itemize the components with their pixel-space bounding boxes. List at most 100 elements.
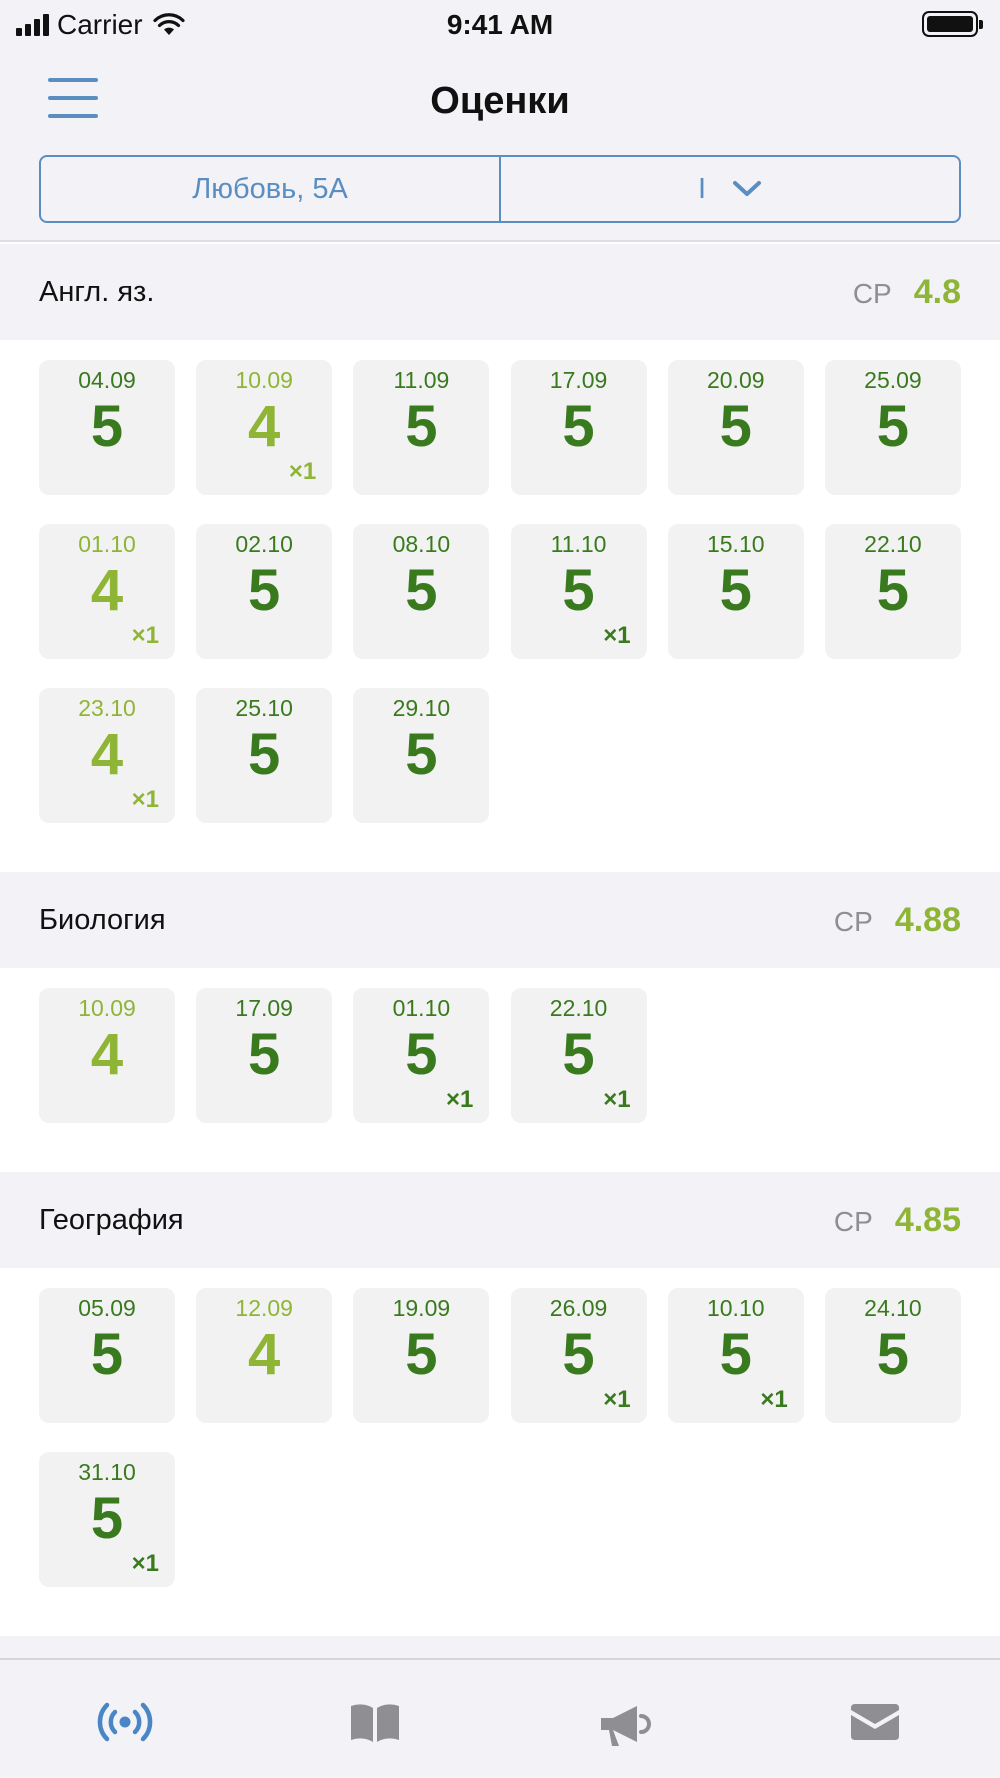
grade-cell[interactable]: 22.10 5 <box>824 524 961 659</box>
tab-feed[interactable] <box>0 1660 250 1778</box>
broadcast-icon <box>97 1702 153 1742</box>
subject-name: Биология <box>39 903 166 936</box>
grade-weight: ×1 <box>131 622 159 649</box>
battery-icon <box>922 11 983 37</box>
tab-diary[interactable] <box>250 1660 500 1778</box>
navigation-bar: Оценки Любовь, 5А I <box>0 50 1000 242</box>
grade-value: 5 <box>405 722 438 787</box>
student-selector[interactable]: Любовь, 5А <box>41 157 499 221</box>
tab-announcements[interactable] <box>500 1660 750 1778</box>
grade-date: 20.09 <box>706 367 765 393</box>
average-value: 4.88 <box>894 900 961 939</box>
grades-grid: 10.09 4 17.09 5 01.10 5 ×1 22.10 5 ×1 <box>0 968 1000 1172</box>
grade-date: 08.10 <box>392 531 451 557</box>
grade-date: 22.10 <box>864 531 922 557</box>
grade-weight: ×1 <box>131 1550 159 1577</box>
grade-date: 01.10 <box>392 995 451 1021</box>
grade-value: 4 <box>248 394 281 459</box>
grade-cell[interactable]: 19.09 5 <box>353 1288 490 1423</box>
grade-value: 5 <box>248 558 281 623</box>
grade-weight: ×1 <box>603 1086 631 1113</box>
grade-cell[interactable]: 25.09 5 <box>824 360 961 495</box>
grade-date: 29.10 <box>392 695 451 721</box>
grade-value: 5 <box>719 394 752 459</box>
grade-value: 5 <box>248 1022 281 1087</box>
grade-cell[interactable]: 15.10 5 <box>667 524 804 659</box>
grades-grid: 05.09 5 12.09 4 19.09 5 26.09 5 ×1 10.10 5 ×1 24.10 5… <box>0 1268 1000 1636</box>
grade-value: 5 <box>405 1022 438 1087</box>
grade-cell[interactable]: 26.09 5 ×1 <box>510 1288 647 1423</box>
grade-value: 4 <box>90 722 124 787</box>
grade-cell[interactable]: 04.09 5 <box>39 360 175 495</box>
book-icon <box>351 1704 399 1742</box>
grade-cell[interactable]: 10.10 5 ×1 <box>667 1288 804 1423</box>
grade-date: 11.10 <box>550 531 607 557</box>
filter-segmented-control: Любовь, 5А I <box>39 155 961 223</box>
grade-cell[interactable]: 12.09 4 <box>196 1288 333 1423</box>
page-title: Оценки <box>430 80 570 122</box>
grade-date: 04.09 <box>78 367 136 393</box>
grade-cell[interactable]: 10.09 4 <box>39 988 175 1123</box>
grade-cell[interactable]: 08.10 5 <box>353 524 490 659</box>
grade-cell[interactable]: 05.09 5 <box>39 1288 175 1423</box>
grade-value: 5 <box>876 1322 910 1387</box>
period-selector-label: I <box>697 172 707 205</box>
grade-date: 10.09 <box>235 367 293 393</box>
grade-cell[interactable]: 11.09 5 <box>353 360 490 495</box>
grade-cell[interactable]: 24.10 5 <box>824 1288 961 1423</box>
grade-cell[interactable]: 23.10 4 ×1 <box>39 688 175 823</box>
grade-date: 15.10 <box>706 531 765 557</box>
grade-cell[interactable]: 11.10 5 ×1 <box>510 524 647 659</box>
grade-cell[interactable]: 17.09 5 <box>196 988 333 1123</box>
grades-list[interactable]: Англ. яз. СР 4.8 04.09 5 10.09 4 ×1 11.09 5 17.09 5… <box>0 244 1000 1659</box>
average-value: 4.85 <box>894 1200 961 1239</box>
grade-weight: ×1 <box>131 786 159 813</box>
subject-header[interactable]: ИЗОСР5 <box>0 1636 1000 1659</box>
subject-header[interactable]: География СР 4.85 <box>0 1172 1000 1268</box>
subject-header[interactable]: Англ. яз. СР 4.8 <box>0 244 1000 340</box>
grade-cell[interactable]: 02.10 5 <box>196 524 333 659</box>
grade-cell[interactable]: 29.10 5 <box>353 688 490 823</box>
tab-messages[interactable] <box>750 1660 1000 1778</box>
subject-header[interactable]: Биология СР 4.88 <box>0 872 1000 968</box>
grade-value: 4 <box>90 558 124 623</box>
grade-cell[interactable]: 25.10 5 <box>196 688 333 823</box>
grade-weight: ×1 <box>760 1386 788 1413</box>
grade-value: 5 <box>405 394 438 459</box>
grade-date: 11.09 <box>393 367 450 393</box>
grade-cell[interactable]: 10.09 4 ×1 <box>196 360 333 495</box>
grade-cell[interactable]: 22.10 5 ×1 <box>510 988 647 1123</box>
grade-date: 22.10 <box>549 995 608 1021</box>
grade-date: 23.10 <box>78 695 136 721</box>
status-bar: Carrier 9:41 AM <box>0 0 1000 50</box>
grade-date: 12.09 <box>235 1295 293 1321</box>
status-time: 9:41 AM <box>446 9 554 40</box>
grade-weight: ×1 <box>288 458 317 485</box>
grade-date: 25.09 <box>864 367 922 393</box>
megaphone-icon <box>601 1706 651 1746</box>
grade-cell[interactable]: 31.10 5 ×1 <box>39 1452 175 1587</box>
average-label: СР <box>852 277 892 309</box>
average-value: 4.8 <box>913 272 961 311</box>
subject-average: СР 4.85 <box>834 1201 961 1240</box>
period-selector[interactable]: I <box>499 157 959 221</box>
grade-value: 5 <box>876 558 910 623</box>
grade-cell[interactable]: 17.09 5 <box>510 360 647 495</box>
grade-date: 10.10 <box>706 1295 765 1321</box>
grade-cell[interactable]: 01.10 4 ×1 <box>39 524 175 659</box>
grade-value: 5 <box>405 1322 438 1387</box>
grade-cell[interactable]: 20.09 5 <box>667 360 804 495</box>
grade-value: 5 <box>90 1322 124 1387</box>
grade-date: 25.10 <box>235 695 293 721</box>
average-label: СР <box>833 1205 873 1237</box>
grade-date: 24.10 <box>864 1295 922 1321</box>
grade-date: 26.09 <box>549 1295 608 1321</box>
subject-name: Англ. яз. <box>39 275 155 308</box>
grade-date: 10.09 <box>78 995 136 1021</box>
grade-cell[interactable]: 01.10 5 ×1 <box>353 988 490 1123</box>
grade-date: 05.09 <box>78 1295 136 1321</box>
grade-date: 02.10 <box>235 531 293 557</box>
grade-weight: ×1 <box>603 622 631 649</box>
subject-average: СР 4.88 <box>834 901 961 940</box>
grade-weight: ×1 <box>603 1386 631 1413</box>
